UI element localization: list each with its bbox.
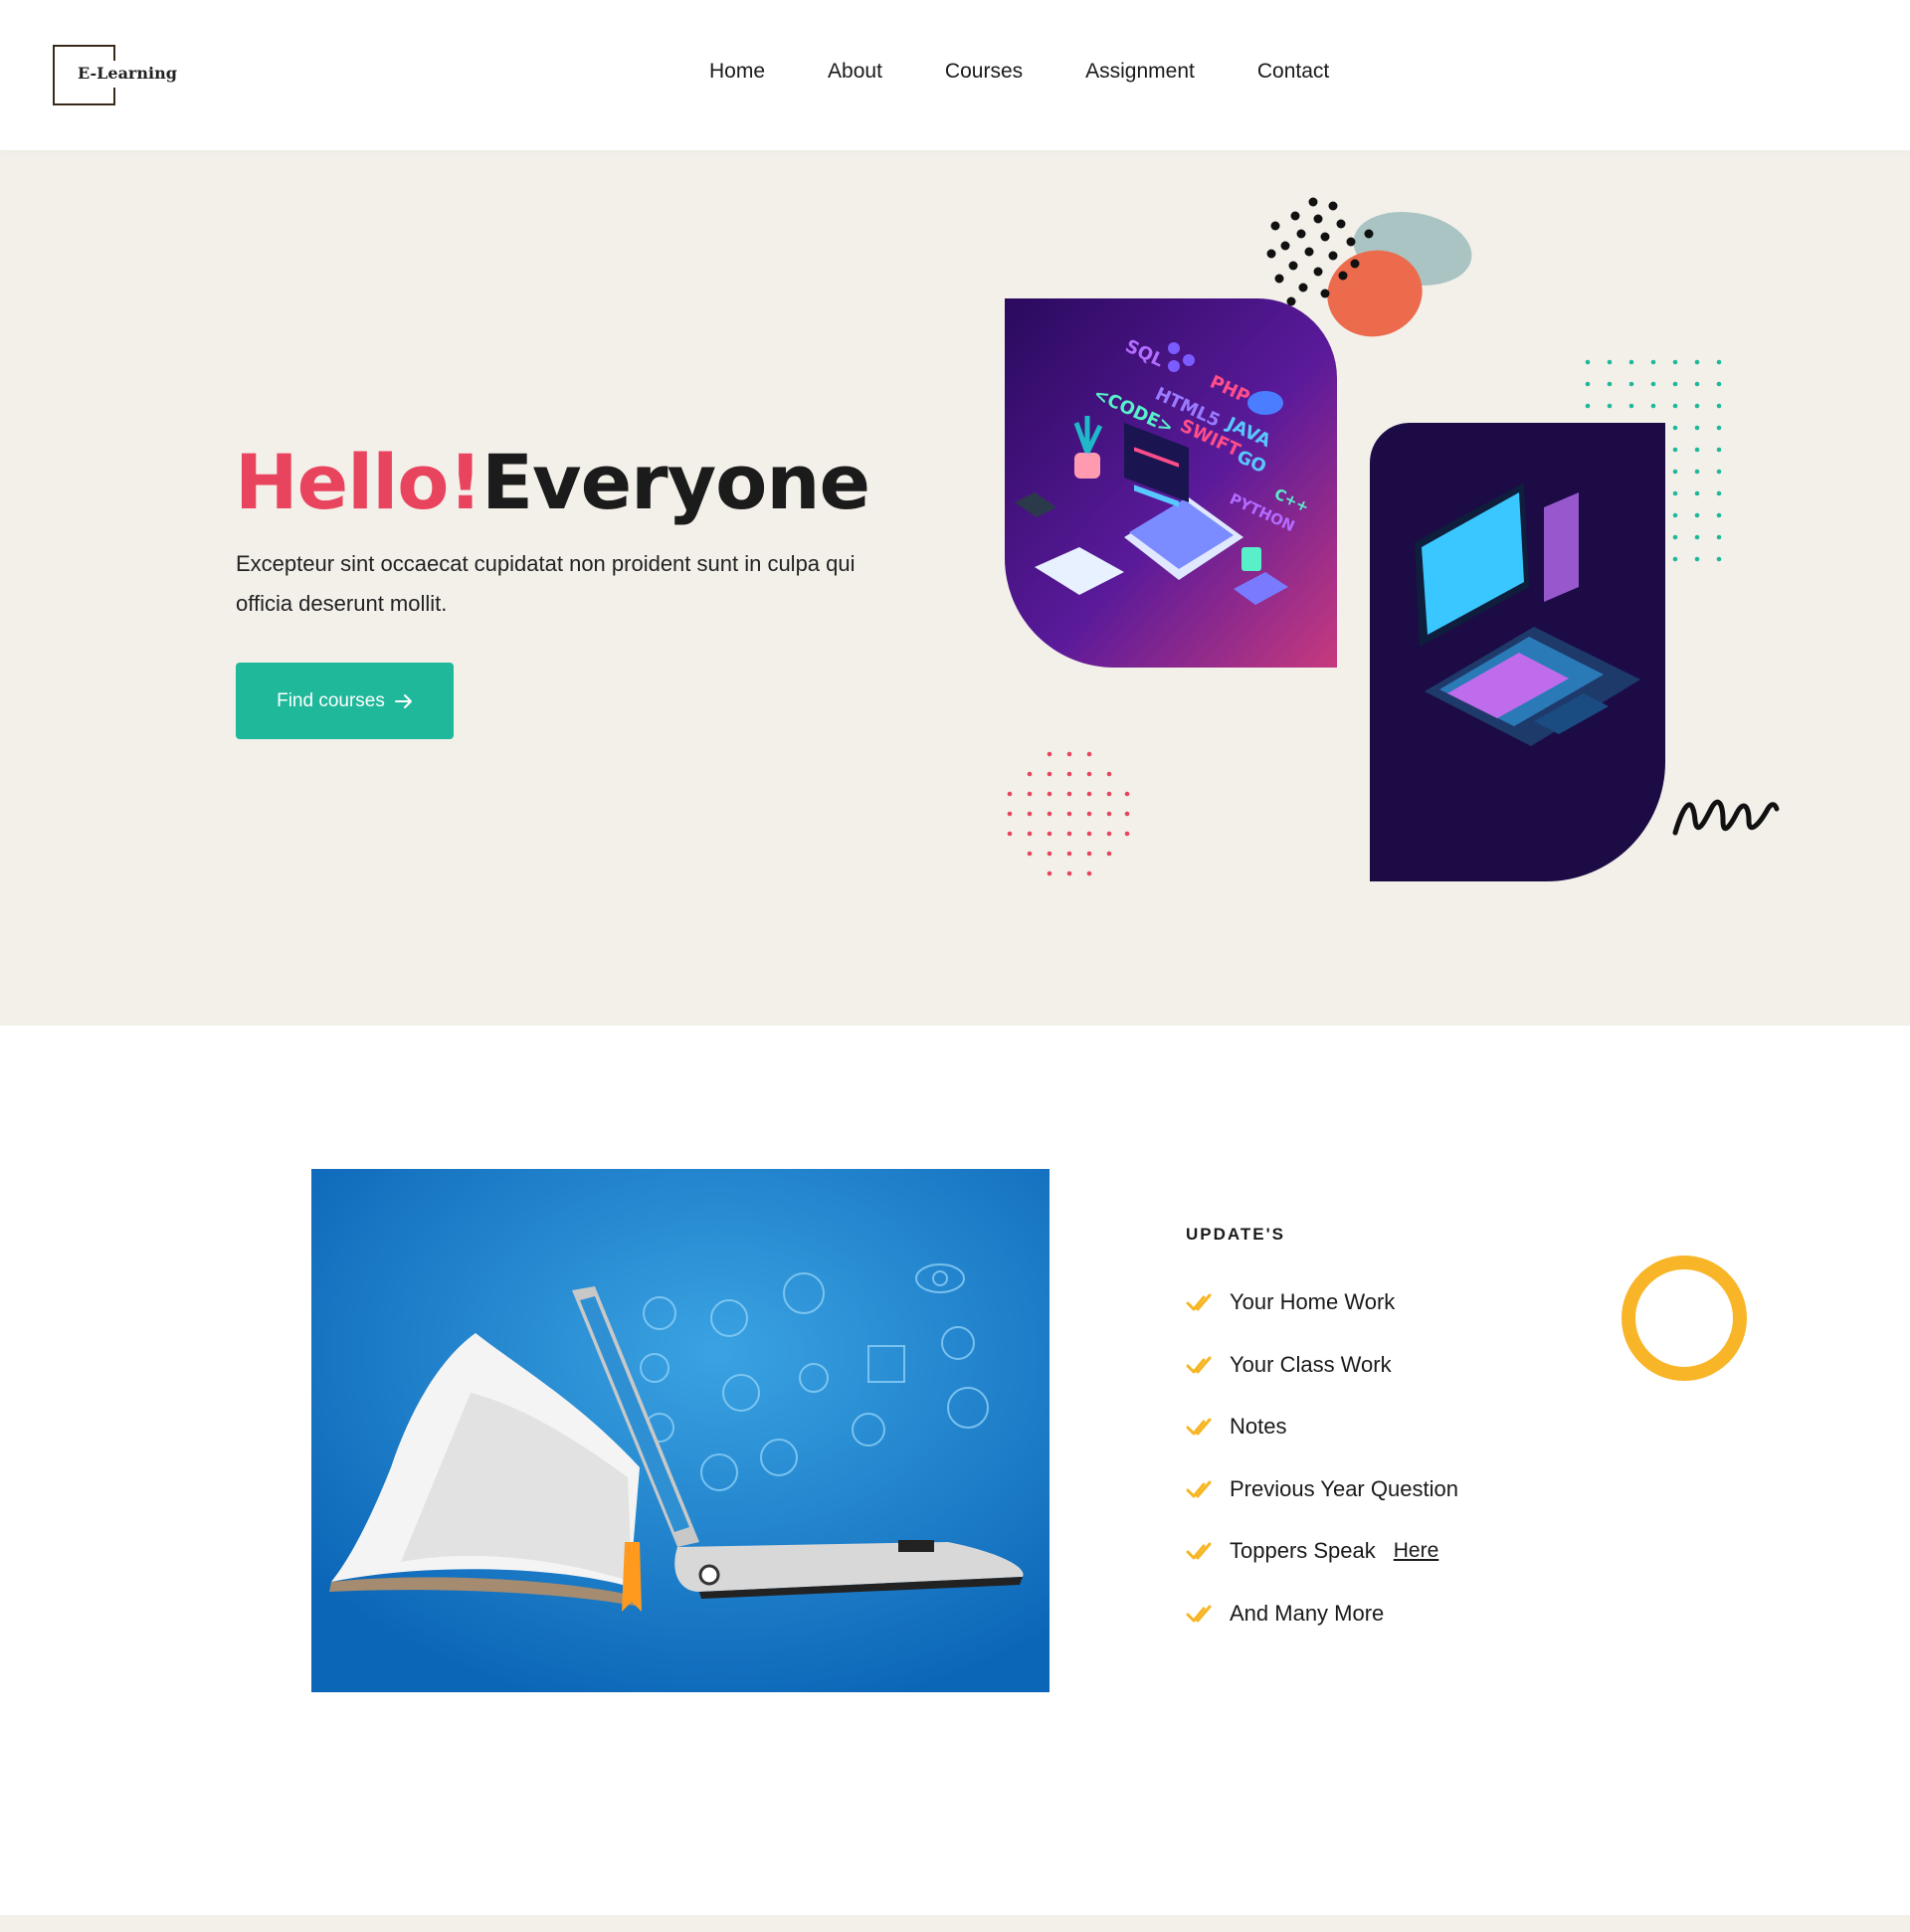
nav-contact[interactable]: Contact [1257,60,1329,84]
book-laptop-photo [311,1169,1050,1692]
logo-frame-right [113,45,115,61]
site-header: E-Learning Home About Courses Assignment… [0,0,1910,150]
update-label[interactable]: And Many More [1230,1601,1384,1627]
double-check-icon [1186,1418,1212,1436]
hero-title-main: Everyone [481,438,870,526]
arrow-right-icon [394,693,412,708]
list-item: Previous Year Question [1186,1458,1458,1521]
hero-wave-divider [0,866,1910,1008]
coding-illustration-card: SQL PHP HTML5 <CODE> SWIFT JAVA GO PYTHO… [1005,298,1337,668]
update-label[interactable]: Previous Year Question [1230,1476,1458,1502]
find-courses-label: Find courses [277,689,385,711]
yellow-ring-decoration [1622,1256,1747,1381]
list-item: Toppers Speak Here [1186,1520,1458,1583]
list-item: Your Class Work [1186,1334,1458,1397]
squiggle-decoration [1672,799,1780,836]
list-item: Your Home Work [1186,1271,1458,1334]
update-label[interactable]: Your Home Work [1230,1289,1395,1315]
find-courses-button[interactable]: Find courses [236,663,454,739]
update-label[interactable]: Your Class Work [1230,1352,1392,1378]
nav-home[interactable]: Home [709,60,765,84]
updates-list: Your Home Work Your Class Work Notes Pre… [1186,1271,1458,1644]
hero-title-accent: Hello! [235,438,482,526]
double-check-icon [1186,1605,1212,1623]
list-item: Notes [1186,1396,1458,1458]
update-label[interactable]: Notes [1230,1414,1286,1440]
updates-heading: UPDATE'S [1186,1225,1286,1244]
list-item: And Many More [1186,1583,1458,1645]
nav-courses[interactable]: Courses [945,60,1023,84]
logo-text: E-Learning [76,64,179,83]
hero-description: Excepteur sint occaecat cupidatat non pr… [236,551,856,616]
double-check-icon [1186,1356,1212,1374]
footer-strip [0,1915,1910,1932]
double-check-icon [1186,1293,1212,1311]
nav-about[interactable]: About [828,60,882,84]
double-check-icon [1186,1480,1212,1498]
hero-title: Hello!Everyone [235,438,870,526]
logo-frame-right-lower [113,88,115,105]
laptop-illustration-card [1370,423,1665,881]
red-dot-pattern [1007,751,1130,876]
toppers-speak-link[interactable]: Here [1394,1539,1439,1563]
main-nav: Home About Courses Assignment Contact [709,60,1392,84]
nav-assignment[interactable]: Assignment [1085,60,1195,84]
update-label: Toppers Speak [1230,1538,1376,1564]
double-check-icon [1186,1542,1212,1560]
